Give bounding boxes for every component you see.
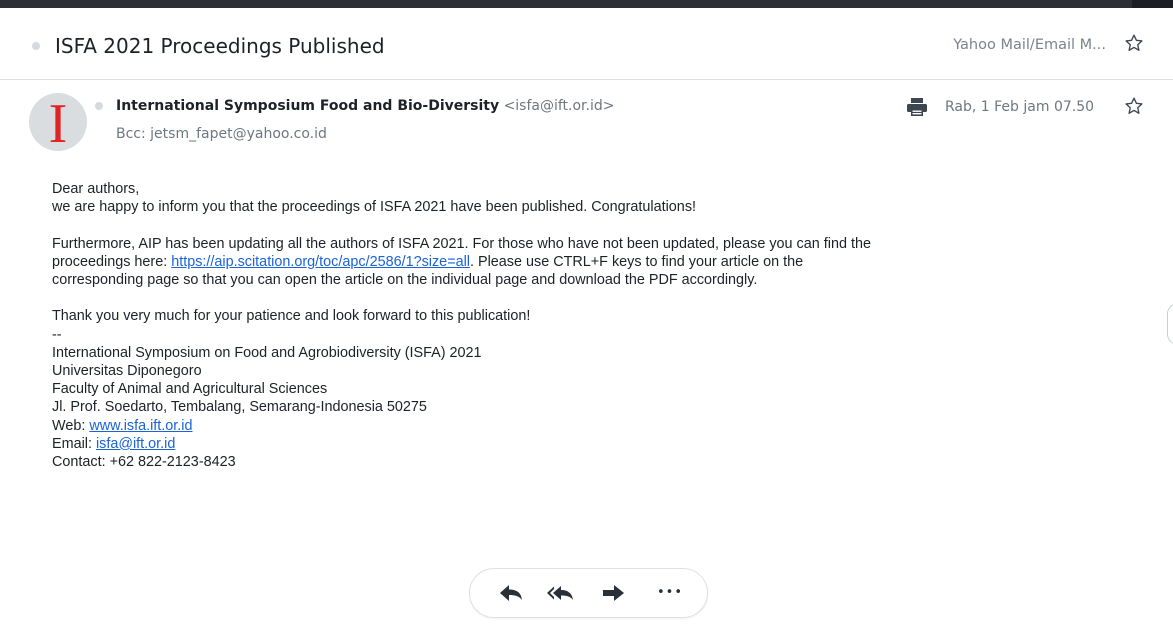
top-bar-edge <box>1132 0 1173 8</box>
message-date: Rab, 1 Feb jam 07.50 <box>945 99 1095 115</box>
sender-email: <isfa@ift.or.id> <box>503 98 615 114</box>
signature-address: Jl. Prof. Soedarto, Tembalang, Semarang-… <box>52 399 427 416</box>
read-status-dot[interactable] <box>32 42 40 50</box>
reply-all-icon[interactable] <box>546 581 574 605</box>
website-link[interactable]: www.isfa.ift.or.id <box>89 418 192 434</box>
signature-separator: -- <box>52 326 62 343</box>
signature-faculty: Faculty of Animal and Agricultural Scien… <box>52 381 328 398</box>
bcc-recipients: Bcc: jetsm_fapet@yahoo.co.id <box>116 126 327 142</box>
body-text: proceedings here: <box>52 253 172 270</box>
sender-name[interactable]: International Symposium Food and Bio-Div… <box>116 98 499 114</box>
body-line: Furthermore, AIP has been updating all t… <box>52 235 871 252</box>
message-actions: ••• <box>469 568 708 618</box>
body-line-with-link: proceedings here: https://aip.scitation.… <box>52 253 1132 271</box>
message-body: Dear authors, we are happy to inform you… <box>52 180 1132 471</box>
signature-contact: Contact: +62 822-2123-8423 <box>52 454 236 471</box>
sender-avatar[interactable]: I <box>29 93 87 151</box>
star-icon[interactable] <box>1124 96 1144 116</box>
side-panel-toggle[interactable] <box>1167 303 1173 345</box>
email-subject: ISFA 2021 Proceedings Published <box>55 34 385 58</box>
forward-icon[interactable] <box>600 581 628 605</box>
web-label: Web: <box>52 417 90 434</box>
message-header: ISFA 2021 Proceedings Published Yahoo Ma… <box>0 8 1173 80</box>
star-icon[interactable] <box>1124 33 1144 53</box>
folder-label[interactable]: Yahoo Mail/Email M... <box>953 37 1106 53</box>
signature-university: Universitas Diponegoro <box>52 363 202 379</box>
body-line: corresponding page so that you can open … <box>52 272 758 288</box>
proceedings-link[interactable]: https://aip.scitation.org/toc/apc/2586/1… <box>171 254 470 270</box>
body-line: we are happy to inform you that the proc… <box>52 199 697 216</box>
top-bar <box>0 0 1173 8</box>
signature-web: Web: www.isfa.ift.or.id <box>52 417 1132 435</box>
printer-icon[interactable] <box>905 97 929 117</box>
avatar-letter: I <box>48 93 68 151</box>
email-label: Email: <box>52 435 96 452</box>
body-line: Thank you very much for your patience an… <box>52 308 531 325</box>
signature-org: International Symposium on Food and Agro… <box>52 344 482 361</box>
greeting: Dear authors, <box>52 181 140 197</box>
body-text: . Please use CTRL+F keys to find your ar… <box>470 253 804 270</box>
reply-icon[interactable] <box>497 581 525 605</box>
email-link[interactable]: isfa@ift.or.id <box>96 436 175 452</box>
message-read-dot[interactable] <box>95 102 103 110</box>
sender[interactable]: International Symposium Food and Bio-Div… <box>116 98 615 114</box>
signature-email: Email: isfa@ift.or.id <box>52 435 1132 453</box>
more-icon[interactable]: ••• <box>652 581 688 605</box>
